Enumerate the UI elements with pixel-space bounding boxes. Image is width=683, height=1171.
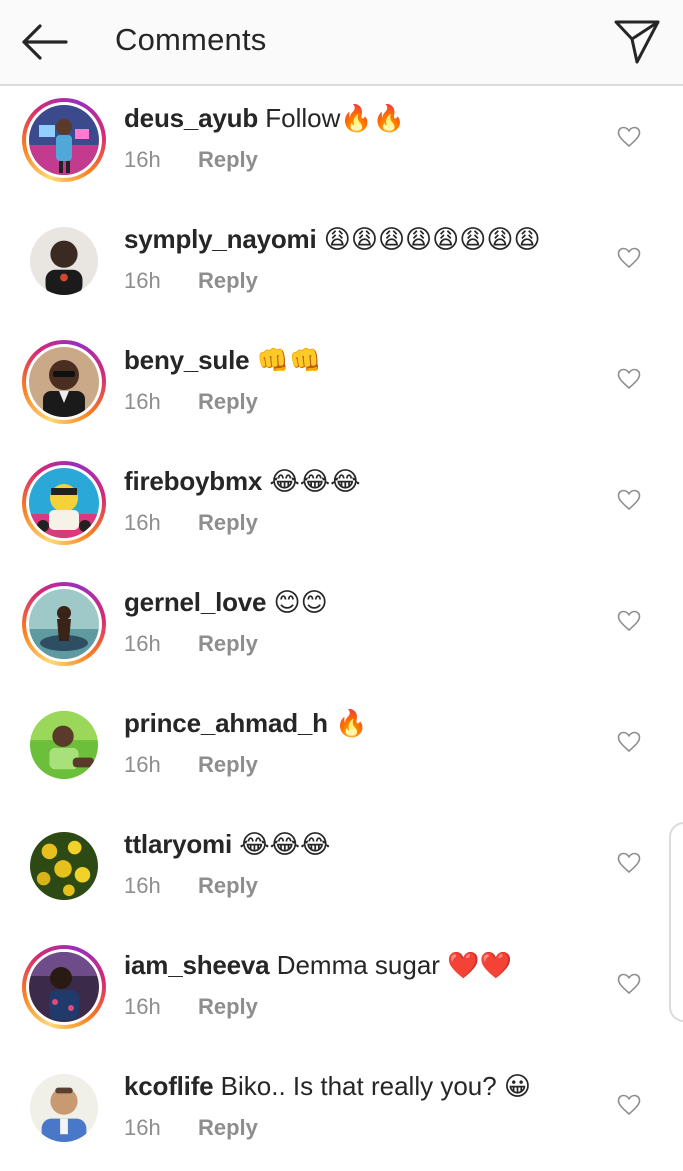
avatar[interactable]	[22, 703, 106, 787]
comment-username[interactable]: iam_sheeva	[124, 950, 270, 980]
reply-button[interactable]: Reply	[198, 510, 258, 535]
reply-button[interactable]: Reply	[198, 1115, 258, 1140]
comment-username[interactable]: kcoflife	[124, 1071, 214, 1101]
like-heart-icon[interactable]	[617, 731, 641, 753]
comment-row: gernel_love 😊😊 16h Reply	[0, 570, 683, 691]
comment-timestamp: 16h	[124, 268, 161, 293]
comment-row: deus_ayub Follow🔥🔥 16h Reply	[0, 86, 683, 207]
comment-timestamp: 16h	[124, 631, 161, 656]
reply-button[interactable]: Reply	[198, 994, 258, 1019]
comment-timestamp: 16h	[124, 994, 161, 1019]
avatar[interactable]	[22, 219, 106, 303]
comment-row: iam_sheeva Demma sugar ❤️❤️ 16h Reply	[0, 933, 683, 1054]
comment-username[interactable]: symply_nayomi	[124, 224, 317, 254]
profile-photo	[30, 832, 98, 900]
comment-text: 😊😊	[273, 587, 328, 617]
like-heart-icon[interactable]	[617, 368, 641, 390]
comment-text: 😂😂😂	[239, 829, 331, 859]
comment-row: prince_ahmad_h 🔥 16h Reply	[0, 691, 683, 812]
profile-photo	[29, 347, 99, 417]
profile-photo	[30, 1074, 98, 1142]
profile-photo	[29, 589, 99, 659]
comment-text: 😩😩😩😩😩😩😩😩	[323, 224, 541, 254]
comment-username[interactable]: beny_sule	[124, 345, 250, 375]
comment-row: fireboybmx 😂😂😂 16h Reply	[0, 449, 683, 570]
like-heart-icon[interactable]	[617, 852, 641, 874]
reply-button[interactable]: Reply	[198, 147, 258, 172]
like-heart-icon[interactable]	[617, 1094, 641, 1116]
comment-row: beny_sule 👊👊 16h Reply	[0, 328, 683, 449]
comment-username[interactable]: gernel_love	[124, 587, 267, 617]
comment-timestamp: 16h	[124, 510, 161, 535]
comment-timestamp: 16h	[124, 873, 161, 898]
comment-text: 😂😂😂	[269, 466, 361, 496]
like-heart-icon[interactable]	[617, 489, 641, 511]
comment-timestamp: 16h	[124, 752, 161, 777]
reply-button[interactable]: Reply	[198, 631, 258, 656]
back-arrow-icon[interactable]	[18, 18, 70, 66]
comment-text: Follow🔥🔥	[265, 103, 406, 133]
comment-text: 🔥	[335, 708, 368, 738]
comment-text: Demma sugar ❤️❤️	[276, 950, 512, 980]
like-heart-icon[interactable]	[617, 126, 641, 148]
avatar[interactable]	[22, 945, 106, 1029]
comment-username[interactable]: prince_ahmad_h	[124, 708, 328, 738]
profile-photo	[29, 952, 99, 1022]
reply-button[interactable]: Reply	[198, 873, 258, 898]
avatar[interactable]	[22, 1066, 106, 1150]
comment-timestamp: 16h	[124, 1115, 161, 1140]
comment-username[interactable]: deus_ayub	[124, 103, 258, 133]
comment-timestamp: 16h	[124, 147, 161, 172]
like-heart-icon[interactable]	[617, 973, 641, 995]
comment-username[interactable]: ttlaryomi	[124, 829, 232, 859]
comment-row: ttlaryomi 😂😂😂 16h Reply	[0, 812, 683, 933]
profile-photo	[30, 711, 98, 779]
avatar[interactable]	[22, 824, 106, 908]
scroll-handle[interactable]	[669, 822, 683, 1022]
profile-photo	[29, 468, 99, 538]
profile-photo	[30, 227, 98, 295]
comments-list[interactable]: deus_ayub Follow🔥🔥 16h Reply symply_nayom…	[0, 86, 683, 1171]
comment-text: Biko.. Is that really you? 😀	[220, 1071, 532, 1101]
reply-button[interactable]: Reply	[198, 752, 258, 777]
reply-button[interactable]: Reply	[198, 268, 258, 293]
like-heart-icon[interactable]	[617, 247, 641, 269]
like-heart-icon[interactable]	[617, 610, 641, 632]
comment-row: kcoflife Biko.. Is that really you? 😀 16…	[0, 1054, 683, 1171]
avatar[interactable]	[22, 461, 106, 545]
direct-send-icon[interactable]	[608, 16, 664, 66]
top-bar: Comments	[0, 0, 683, 86]
avatar[interactable]	[22, 98, 106, 182]
comment-text: 👊👊	[256, 345, 322, 375]
avatar[interactable]	[22, 340, 106, 424]
comment-row: symply_nayomi 😩😩😩😩😩😩😩😩 16h Reply	[0, 207, 683, 328]
comment-timestamp: 16h	[124, 389, 161, 414]
avatar[interactable]	[22, 582, 106, 666]
page-title: Comments	[115, 22, 267, 57]
reply-button[interactable]: Reply	[198, 389, 258, 414]
profile-photo	[29, 105, 99, 175]
comment-username[interactable]: fireboybmx	[124, 466, 262, 496]
